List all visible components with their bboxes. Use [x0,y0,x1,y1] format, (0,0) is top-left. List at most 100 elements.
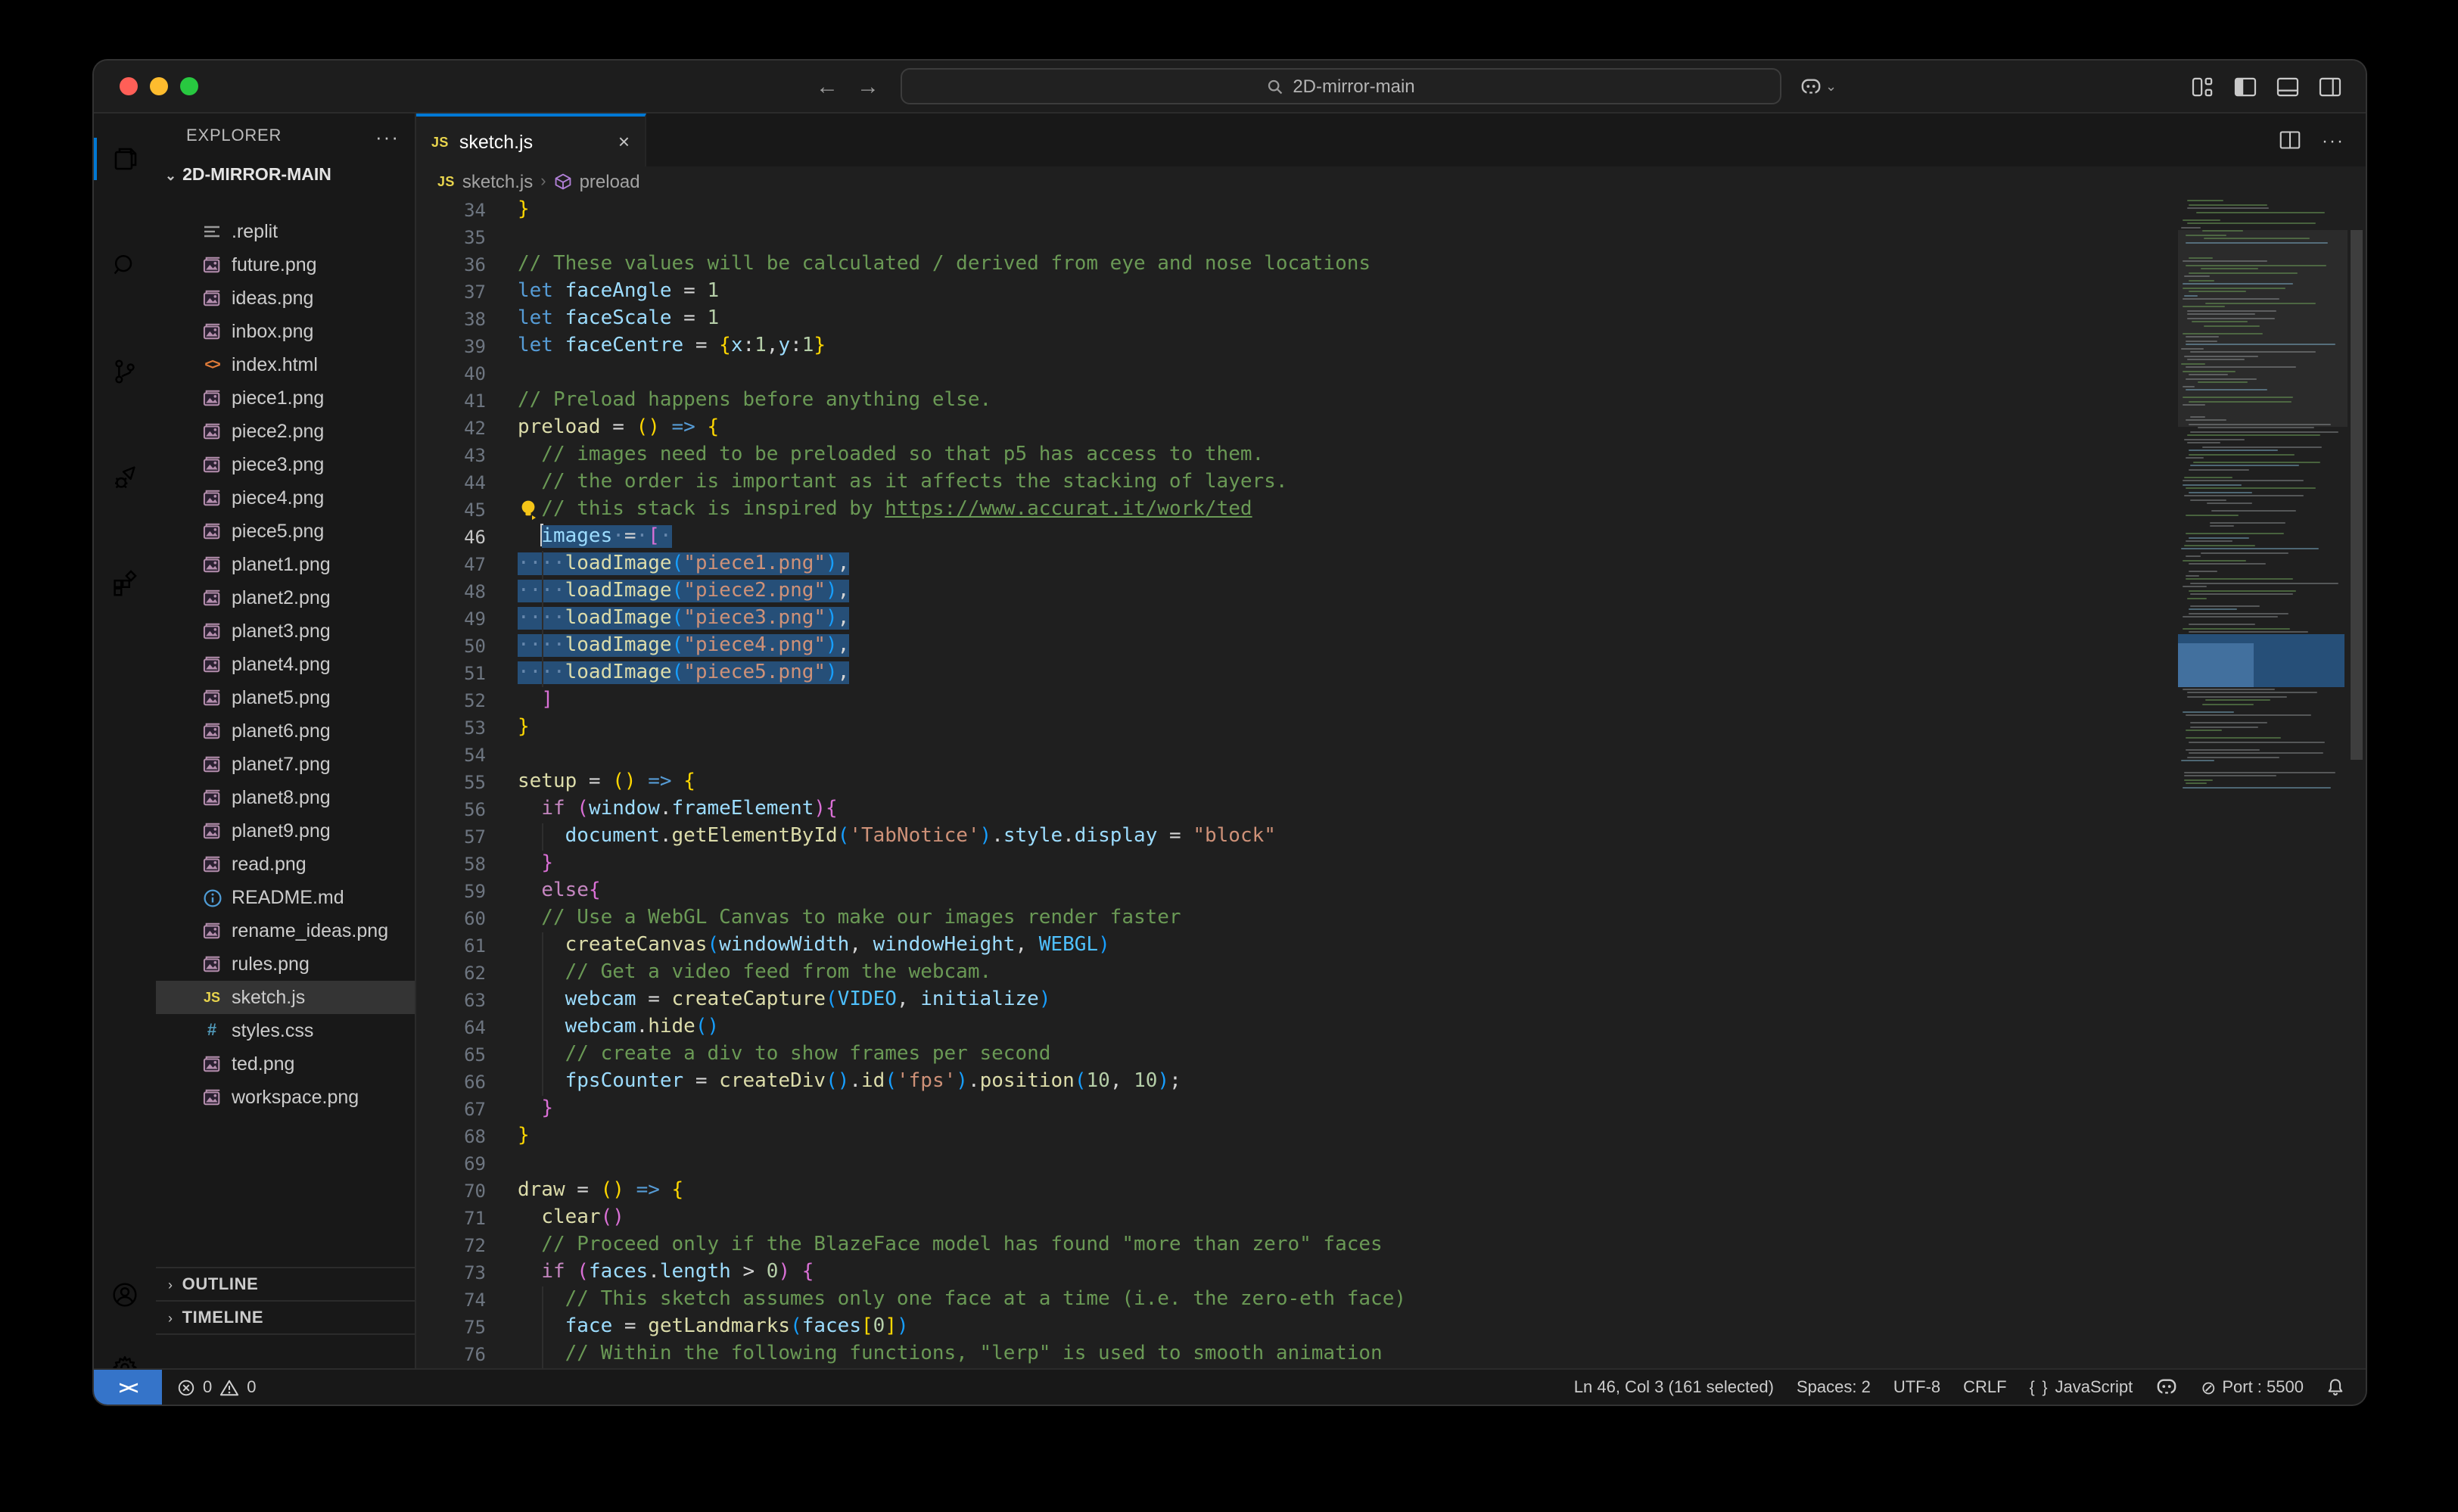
activity-bar-item-extensions[interactable] [94,552,156,613]
code-line-60[interactable]: // Use a WebGL Canvas to make our images… [518,905,2087,932]
code-line-58[interactable]: } [518,851,2087,878]
file-row-planet5.png[interactable]: planet5.png [156,681,415,714]
code-line-49[interactable]: ····loadImage("piece3.png"), [518,605,2087,633]
file-row-README.md[interactable]: README.md [156,881,415,914]
outline-section[interactable]: › OUTLINE [156,1267,415,1302]
code-line-72[interactable]: // Proceed only if the BlazeFace model h… [518,1232,2087,1259]
code-line-55[interactable]: setup = () => { [518,769,2087,796]
editor-scrollbar[interactable] [2348,197,2366,1368]
code-line-73[interactable]: if (faces.length > 0) { [518,1259,2087,1286]
code-line-67[interactable]: } [518,1096,2087,1123]
code-line-54[interactable] [518,742,2087,769]
status-cursor-position[interactable]: Ln 46, Col 3 (161 selected) [1574,1378,1774,1396]
code-line-75[interactable]: face = getLandmarks(faces[0]) [518,1314,2087,1341]
file-row-planet2.png[interactable]: planet2.png [156,581,415,614]
scrollbar-thumb[interactable] [2351,230,2363,760]
activity-bar-item-source-control[interactable] [94,341,156,401]
code-line-40[interactable] [518,360,2087,387]
file-row-planet7.png[interactable]: planet7.png [156,748,415,781]
file-row-read.png[interactable]: read.png [156,848,415,881]
tab-sketch-js[interactable]: JS sketch.js × [416,114,646,166]
file-row-.replit[interactable]: .replit [156,215,415,248]
code-line-74[interactable]: // This sketch assumes only one face at … [518,1286,2087,1314]
more-actions-icon[interactable]: ··· [2322,129,2344,151]
code-line-44[interactable]: // the order is important as it affects … [518,469,2087,496]
status-copilot[interactable] [2155,1377,2178,1397]
code-line-57[interactable]: document.getElementById('TabNotice').sty… [518,823,2087,851]
file-row-piece1.png[interactable]: piece1.png [156,381,415,415]
code-line-41[interactable]: // Preload happens before anything else. [518,387,2087,415]
code-line-56[interactable]: if (window.frameElement){ [518,796,2087,823]
code-line-53[interactable]: } [518,714,2087,742]
code-line-51[interactable]: ····loadImage("piece5.png"), [518,660,2087,687]
code-line-63[interactable]: webcam = createCapture(VIDEO, initialize… [518,987,2087,1014]
activity-bar-item-search[interactable] [94,235,156,295]
file-row-piece4.png[interactable]: piece4.png [156,481,415,515]
file-row-index.html[interactable]: <>index.html [156,348,415,381]
code-line-48[interactable]: ····loadImage("piece2.png"), [518,578,2087,605]
code-line-64[interactable]: webcam.hide() [518,1014,2087,1041]
code-line-59[interactable]: else{ [518,878,2087,905]
code-line-37[interactable]: let faceAngle = 1 [518,278,2087,306]
file-row-planet6.png[interactable]: planet6.png [156,714,415,748]
problems-status[interactable]: 0 0 [177,1378,257,1396]
code-line-70[interactable]: draw = () => { [518,1178,2087,1205]
file-row-rename_ideas.png[interactable]: rename_ideas.png [156,914,415,947]
status-encoding[interactable]: UTF-8 [1893,1378,1940,1396]
activity-bar-item-explorer[interactable] [94,129,156,189]
code-line-52[interactable]: ] [518,687,2087,714]
split-editor-icon[interactable] [2279,130,2301,150]
timeline-section[interactable]: › TIMELINE [156,1300,415,1335]
file-row-planet9.png[interactable]: planet9.png [156,814,415,848]
command-center-search[interactable]: 2D-mirror-main [901,68,1781,104]
status-port[interactable]: ⊘Port : 5500 [2201,1377,2304,1398]
code-line-50[interactable]: ····loadImage("piece4.png"), [518,633,2087,660]
code-line-46[interactable]: images·=·[· [518,524,2087,551]
status-eol[interactable]: CRLF [1963,1378,2006,1396]
file-row-piece5.png[interactable]: piece5.png [156,515,415,548]
explorer-more-actions[interactable]: ··· [375,125,400,148]
forward-icon[interactable]: → [857,73,879,99]
activity-bar-item-accounts[interactable] [94,1264,156,1324]
toggle-sidebar-icon[interactable] [2234,76,2257,96]
customize-layout-icon[interactable] [2192,76,2214,96]
code-line-39[interactable]: let faceCentre = {x:1,y:1} [518,333,2087,360]
code-line-43[interactable]: // images need to be preloaded so that p… [518,442,2087,469]
code-line-65[interactable]: // create a div to show frames per secon… [518,1041,2087,1069]
file-row-piece2.png[interactable]: piece2.png [156,415,415,448]
code-line-38[interactable]: let faceScale = 1 [518,306,2087,333]
file-row-inbox.png[interactable]: inbox.png [156,315,415,348]
file-row-ideas.png[interactable]: ideas.png [156,282,415,315]
maximize-window-button[interactable] [180,77,198,95]
code-line-76[interactable]: // Within the following functions, "lerp… [518,1341,2087,1368]
remote-indicator[interactable]: >< [94,1369,162,1405]
status-indentation[interactable]: Spaces: 2 [1797,1378,1871,1396]
file-row-ted.png[interactable]: ted.png [156,1047,415,1081]
file-row-planet8.png[interactable]: planet8.png [156,781,415,814]
file-row-sketch.js[interactable]: JSsketch.js [156,981,415,1014]
code-line-66[interactable]: fpsCounter = createDiv().id('fps').posit… [518,1069,2087,1096]
status-notifications[interactable] [2326,1377,2344,1397]
root-folder-row[interactable]: ⌄ 2D-MIRROR-MAIN [156,159,415,192]
activity-bar-item-run-debug[interactable] [94,446,156,507]
file-row-styles.css[interactable]: #styles.css [156,1014,415,1047]
file-row-future.png[interactable]: future.png [156,248,415,282]
close-icon[interactable]: × [618,130,630,153]
toggle-secondary-sidebar-icon[interactable] [2319,76,2341,96]
minimap[interactable] [2178,197,2348,1368]
code-line-69[interactable] [518,1150,2087,1178]
code-line-35[interactable] [518,224,2087,251]
file-row-planet4.png[interactable]: planet4.png [156,648,415,681]
close-window-button[interactable] [120,77,138,95]
copilot-menu[interactable]: ⌄ [1800,76,1837,96]
code-line-62[interactable]: // Get a video feed from the webcam. [518,960,2087,987]
breadcrumb-symbol[interactable]: preload [580,171,640,192]
code-line-45[interactable]: // this stack is inspired by https://www… [518,496,2087,524]
breadcrumb-file[interactable]: sketch.js [462,171,533,192]
file-row-piece3.png[interactable]: piece3.png [156,448,415,481]
comment-link[interactable]: https://www.accurat.it/work/ted [885,498,1252,521]
back-icon[interactable]: ← [816,73,839,99]
file-row-workspace.png[interactable]: workspace.png [156,1081,415,1114]
code-line-34[interactable]: } [518,197,2087,224]
toggle-panel-icon[interactable] [2276,76,2299,96]
